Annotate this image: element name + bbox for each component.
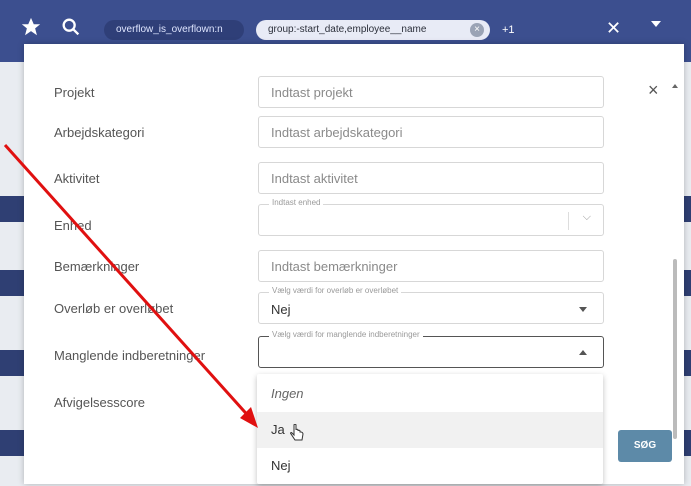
manglende-indberetninger-select[interactable]: Vælg værdi for manglende indberetninger: [258, 330, 604, 368]
aktivitet-input[interactable]: Indtast aktivitet: [258, 162, 604, 194]
option-label: Ja: [271, 422, 285, 437]
scrollbar[interactable]: [670, 74, 680, 476]
projekt-input[interactable]: Indtast projekt: [258, 76, 604, 108]
field-label: Afvigelsesscore: [54, 395, 146, 410]
field-label: Arbejdskategori: [54, 125, 145, 140]
field-label: Aktivitet: [54, 171, 100, 186]
dropdown-menu: Ingen Ja Nej: [257, 374, 603, 484]
dropdown-option-ingen[interactable]: Ingen: [257, 376, 603, 412]
selected-value: Nej: [271, 302, 291, 317]
placeholder: Indtast projekt: [271, 85, 353, 100]
filter-chip-group-label: group:-start_date,employee__name: [268, 24, 427, 35]
field-label: Bemærkninger: [54, 259, 140, 274]
search-button[interactable]: SØG: [618, 430, 672, 462]
floating-label: Indtast enhed: [269, 198, 324, 207]
floating-label: Vælg værdi for manglende indberetninger: [269, 330, 423, 339]
dropdown-option-nej[interactable]: Nej: [257, 448, 603, 484]
bemaerkninger-input[interactable]: Indtast bemærkninger: [258, 250, 604, 282]
field-label: Manglende indberetninger: [54, 348, 206, 363]
overloeb-select[interactable]: Vælg værdi for overløb er overløbet Nej: [258, 286, 604, 324]
placeholder: Indtast aktivitet: [271, 171, 358, 186]
star-icon[interactable]: [20, 16, 42, 38]
form-row-manglende: Manglende indberetninger Vælg værdi for …: [24, 330, 664, 370]
dropdown-option-ja[interactable]: Ja: [257, 412, 603, 448]
floating-label: Vælg værdi for overløb er overløbet: [269, 286, 402, 295]
more-filters-count[interactable]: +1: [502, 20, 515, 40]
form-row-aktivitet: Aktivitet Indtast aktivitet: [24, 162, 664, 196]
option-label: Ingen: [271, 386, 304, 401]
form-row-enhed: Enhed Indtast enhed ⌵: [24, 198, 664, 238]
enhed-select[interactable]: Indtast enhed ⌵: [258, 198, 604, 236]
hand-cursor-icon: [290, 424, 304, 441]
form-row-overloeb: Overløb er overløbet Vælg værdi for over…: [24, 286, 664, 326]
form-row-bemaerkninger: Bemærkninger Indtast bemærkninger: [24, 250, 664, 284]
placeholder: Indtast bemærkninger: [271, 259, 398, 274]
placeholder: Indtast arbejdskategori: [271, 125, 403, 140]
separator: [568, 212, 569, 230]
field-label: Overløb er overløbet: [54, 301, 174, 316]
close-circle-icon[interactable]: ×: [470, 23, 484, 37]
form-row-arbejdskategori: Arbejdskategori Indtast arbejdskategori: [24, 116, 664, 150]
field-label: Projekt: [54, 85, 95, 100]
option-label: Nej: [271, 458, 291, 473]
field-label: Enhed: [54, 218, 92, 233]
caret-up-icon[interactable]: [579, 350, 587, 355]
filter-chip-group[interactable]: group:-start_date,employee__name ×: [256, 20, 490, 40]
caret-down-icon[interactable]: [579, 307, 587, 312]
arbejdskategori-input[interactable]: Indtast arbejdskategori: [258, 116, 604, 148]
scrollbar-thumb[interactable]: [673, 259, 677, 439]
chevron-down-icon[interactable]: ⌵: [583, 211, 591, 224]
form-row-projekt: Projekt Indtast projekt: [24, 76, 664, 110]
close-icon[interactable]: ✕: [606, 18, 621, 39]
scroll-up-icon[interactable]: [672, 84, 678, 88]
filter-chip-overflow[interactable]: overflow_is_overflown:n: [104, 20, 244, 40]
caret-down-icon[interactable]: [651, 21, 661, 27]
search-icon[interactable]: [60, 16, 82, 38]
